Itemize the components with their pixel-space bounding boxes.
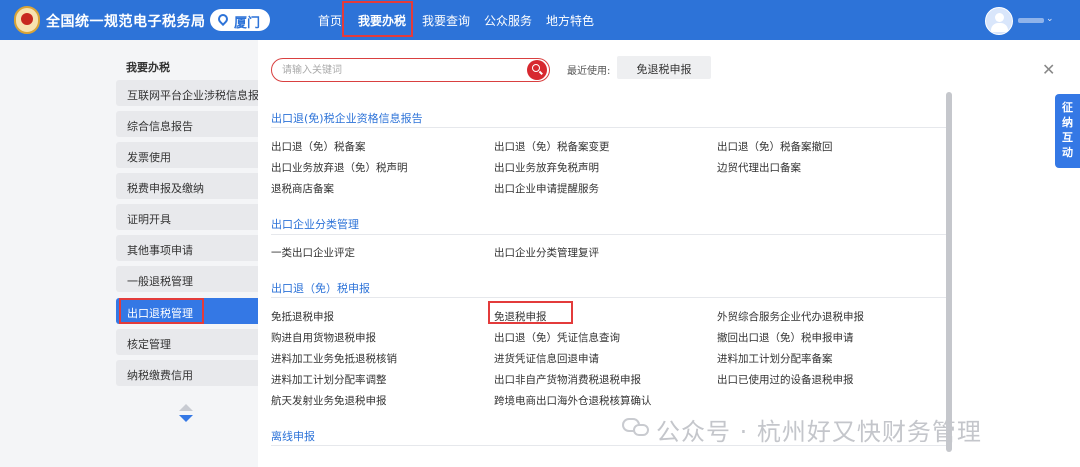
link-item[interactable]: 出口企业申请提醒服务 bbox=[494, 181, 599, 196]
link-item[interactable]: 出口业务放弃免税声明 bbox=[494, 160, 599, 175]
user-name-redacted bbox=[1018, 18, 1044, 23]
section-title-refund-declaration: 出口退（免）税申报 bbox=[271, 282, 370, 295]
sidebar-item-info-report[interactable]: 综合信息报告 bbox=[116, 111, 258, 137]
link-highlight-box bbox=[488, 301, 573, 324]
link-item[interactable]: 出口已使用过的设备退税申报 bbox=[717, 372, 854, 387]
recent-label: 最近使用: bbox=[567, 66, 611, 77]
sidebar-item-declaration[interactable]: 税费申报及缴纳 bbox=[116, 173, 258, 199]
link-item[interactable]: 撤回出口退（免）税申报申请 bbox=[717, 330, 854, 345]
link-item[interactable]: 边贸代理出口备案 bbox=[717, 160, 801, 175]
recent-item-chip[interactable]: 免退税申报 bbox=[617, 56, 711, 79]
sidebar-item-certificate[interactable]: 证明开具 bbox=[116, 204, 258, 230]
link-item[interactable]: 出口退（免）税备案撤回 bbox=[717, 139, 833, 154]
search-box bbox=[271, 58, 550, 82]
interaction-float-tab[interactable]: 征 纳 互 动 bbox=[1055, 94, 1080, 168]
link-item[interactable]: 外贸综合服务企业代办退税申报 bbox=[717, 309, 864, 324]
link-item[interactable]: 进货凭证信息回退申请 bbox=[494, 351, 599, 366]
arrow-down-icon[interactable] bbox=[179, 415, 193, 422]
nav-public-service[interactable]: 公众服务 bbox=[484, 12, 532, 29]
city-selector[interactable]: 厦门 bbox=[210, 9, 270, 31]
sidebar: 我要办税 互联网平台企业涉税信息报送 综合信息报告 发票使用 税费申报及缴纳 证… bbox=[0, 40, 258, 467]
sidebar-item-general-refund[interactable]: 一般退税管理 bbox=[116, 266, 258, 292]
section-title-qualification: 出口退(免)税企业资格信息报告 bbox=[271, 112, 423, 125]
link-item[interactable]: 进料加工计划分配率备案 bbox=[717, 351, 833, 366]
sidebar-item-invoice[interactable]: 发票使用 bbox=[116, 142, 258, 168]
link-item[interactable]: 免抵退税申报 bbox=[271, 309, 334, 324]
link-item[interactable]: 出口退（免）税备案 bbox=[271, 139, 366, 154]
main-panel: 最近使用: 免退税申报 ✕ 出口退(免)税企业资格信息报告 出口退（免）税备案 … bbox=[258, 40, 1080, 467]
link-item[interactable]: 退税商店备案 bbox=[271, 181, 334, 196]
search-input[interactable] bbox=[282, 63, 522, 78]
sidebar-highlight-box bbox=[119, 298, 204, 324]
site-title[interactable]: 全国统一规范电子税务局 bbox=[46, 11, 206, 31]
float-tab-char: 纳 bbox=[1062, 116, 1073, 129]
close-icon[interactable]: ✕ bbox=[1042, 60, 1055, 79]
link-item[interactable]: 出口非自产货物消费税退税申报 bbox=[494, 372, 641, 387]
link-item[interactable]: 出口退（免）凭证信息查询 bbox=[494, 330, 620, 345]
sidebar-item-assessment[interactable]: 核定管理 bbox=[116, 329, 258, 355]
float-tab-char: 互 bbox=[1062, 131, 1073, 144]
nav-home[interactable]: 首页 bbox=[318, 12, 342, 29]
wechat-icon bbox=[622, 416, 650, 438]
link-item[interactable]: 跨境电商出口海外仓退税核算确认 bbox=[494, 393, 652, 408]
divider bbox=[271, 234, 947, 235]
link-item[interactable]: 出口企业分类管理复评 bbox=[494, 245, 599, 260]
float-tab-char: 征 bbox=[1062, 101, 1073, 114]
sidebar-title: 我要办税 bbox=[126, 61, 170, 74]
link-item[interactable]: 出口业务放弃退（免）税声明 bbox=[271, 160, 408, 175]
link-item[interactable]: 购进自用货物退税申报 bbox=[271, 330, 376, 345]
location-pin-icon bbox=[215, 11, 231, 27]
city-name: 厦门 bbox=[234, 16, 261, 31]
arrow-up-icon[interactable] bbox=[179, 404, 193, 411]
nav-local-features[interactable]: 地方特色 bbox=[546, 12, 594, 29]
divider bbox=[271, 127, 947, 128]
section-title-offline: 离线申报 bbox=[271, 430, 315, 443]
link-item[interactable]: 进料加工计划分配率调整 bbox=[271, 372, 387, 387]
link-item[interactable]: 航天发射业务免退税申报 bbox=[271, 393, 387, 408]
float-tab-char: 动 bbox=[1062, 146, 1073, 159]
sidebar-item-other[interactable]: 其他事项申请 bbox=[116, 235, 258, 261]
watermark-text: 公众号 · 杭州好又快财务管理 bbox=[656, 418, 982, 446]
link-item[interactable]: 一类出口企业评定 bbox=[271, 245, 355, 260]
search-icon[interactable] bbox=[527, 60, 547, 80]
nav-query[interactable]: 我要查询 bbox=[422, 12, 470, 29]
sidebar-item-platform-report[interactable]: 互联网平台企业涉税信息报送 bbox=[116, 80, 258, 106]
tax-emblem-icon[interactable] bbox=[14, 6, 40, 34]
top-header: 全国统一规范电子税务局 厦门 首页 我要办税 我要查询 公众服务 地方特色 ⌄ bbox=[0, 0, 1080, 40]
sidebar-item-credit[interactable]: 纳税缴费信用 bbox=[116, 360, 258, 386]
link-item[interactable]: 进料加工业务免抵退税核销 bbox=[271, 351, 397, 366]
nav-highlight-box bbox=[342, 1, 413, 37]
scrollbar[interactable] bbox=[946, 92, 952, 452]
divider bbox=[271, 297, 947, 298]
section-title-classification: 出口企业分类管理 bbox=[271, 218, 359, 231]
chevron-down-icon[interactable]: ⌄ bbox=[1046, 14, 1054, 24]
link-item[interactable]: 出口退（免）税备案变更 bbox=[494, 139, 610, 154]
user-avatar-icon[interactable] bbox=[985, 7, 1013, 35]
